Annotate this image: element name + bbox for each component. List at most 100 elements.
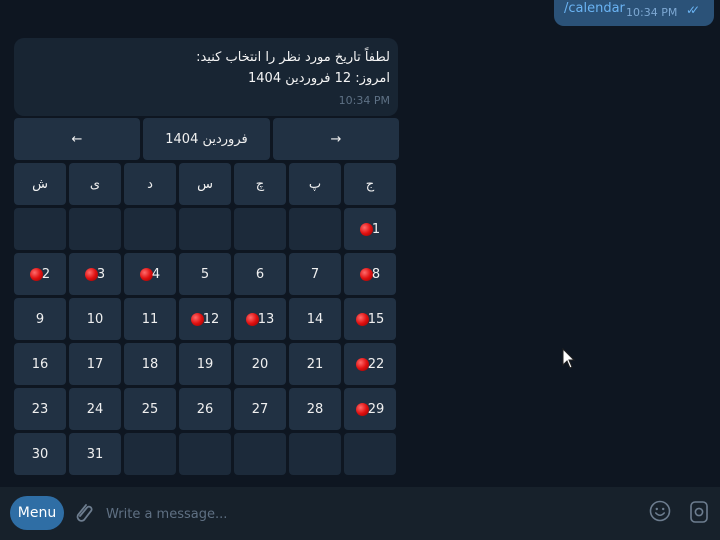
day-button[interactable]: 12 [179, 298, 231, 340]
day-label: 3 [96, 266, 106, 282]
empty-day-button[interactable] [179, 433, 231, 475]
outgoing-message-time: 10:34 PM [626, 6, 678, 19]
day-label: 12 [202, 311, 220, 327]
weekday-header-button[interactable]: پ [289, 163, 341, 205]
day-label: 5 [200, 266, 210, 282]
sticker-icon[interactable] [688, 500, 710, 524]
message-composer: Menu [0, 487, 720, 540]
day-label: 26 [196, 401, 214, 417]
left-arrow-icon: ← [71, 131, 83, 147]
day-button[interactable]: 17 [69, 343, 121, 385]
day-button[interactable]: 20 [234, 343, 286, 385]
day-button[interactable]: 18 [124, 343, 176, 385]
month-title-label: فروردین 1404 [165, 131, 248, 147]
day-button[interactable]: 25 [124, 388, 176, 430]
next-month-button[interactable]: → [273, 118, 399, 160]
day-button[interactable]: 1 [344, 208, 396, 250]
day-button[interactable]: 23 [14, 388, 66, 430]
day-button[interactable]: 2 [14, 253, 66, 295]
day-button[interactable]: 14 [289, 298, 341, 340]
day-label: 11 [141, 311, 159, 327]
day-label: 25 [141, 401, 159, 417]
weekday-header-button[interactable]: ج [344, 163, 396, 205]
day-button[interactable]: 26 [179, 388, 231, 430]
weekday-label: ی [89, 176, 101, 192]
outgoing-message-text: /calendar [564, 1, 625, 16]
day-label: 22 [367, 356, 385, 372]
day-button[interactable]: 21 [289, 343, 341, 385]
day-button[interactable]: 15 [344, 298, 396, 340]
weekday-label: ج [365, 176, 375, 192]
day-label: 2 [41, 266, 51, 282]
day-label: 13 [257, 311, 275, 327]
empty-day-button[interactable] [234, 208, 286, 250]
empty-day-button[interactable] [69, 208, 121, 250]
empty-day-button[interactable] [234, 433, 286, 475]
paperclip-icon[interactable] [72, 499, 94, 527]
right-arrow-icon: → [330, 131, 342, 147]
double-check-icon: ✓✓ [686, 3, 700, 17]
prev-month-button[interactable]: ← [14, 118, 140, 160]
day-button[interactable]: 4 [124, 253, 176, 295]
day-label: 9 [35, 311, 45, 327]
day-label: 4 [151, 266, 161, 282]
day-button[interactable]: 10 [69, 298, 121, 340]
day-button[interactable]: 3 [69, 253, 121, 295]
day-button[interactable]: 28 [289, 388, 341, 430]
day-label: 10 [86, 311, 104, 327]
empty-day-button[interactable] [124, 433, 176, 475]
day-label: 14 [306, 311, 324, 327]
weekday-label: س [197, 176, 213, 192]
incoming-message-time: 10:34 PM [338, 94, 390, 107]
day-button[interactable]: 8 [344, 253, 396, 295]
day-button[interactable]: 13 [234, 298, 286, 340]
day-label: 8 [371, 266, 381, 282]
month-title-button[interactable]: فروردین 1404 [143, 118, 270, 160]
empty-day-button[interactable] [289, 433, 341, 475]
day-label: 30 [31, 446, 49, 462]
day-button[interactable]: 6 [234, 253, 286, 295]
day-button[interactable]: 27 [234, 388, 286, 430]
incoming-message: لطفاً تاریخ مورد نظر را انتخاب کنید: امر… [14, 38, 398, 116]
weekday-label: پ [308, 176, 322, 192]
day-button[interactable]: 16 [14, 343, 66, 385]
message-input[interactable] [104, 501, 628, 527]
incoming-message-line1: لطفاً تاریخ مورد نظر را انتخاب کنید: [196, 50, 390, 65]
day-button[interactable]: 5 [179, 253, 231, 295]
day-label: 17 [86, 356, 104, 372]
menu-button[interactable]: Menu [10, 496, 64, 530]
day-label: 29 [367, 401, 385, 417]
incoming-message-line2: امروز: 12 فروردین 1404 [248, 71, 390, 86]
smiley-icon[interactable] [649, 500, 671, 522]
empty-day-button[interactable] [344, 433, 396, 475]
day-button[interactable]: 11 [124, 298, 176, 340]
empty-day-button[interactable] [179, 208, 231, 250]
mouse-cursor-icon [562, 348, 576, 369]
day-label: 6 [255, 266, 265, 282]
day-label: 20 [251, 356, 269, 372]
weekday-header-button[interactable]: ی [69, 163, 121, 205]
empty-day-button[interactable] [14, 208, 66, 250]
day-label: 19 [196, 356, 214, 372]
outgoing-message: /calendar 10:34 PM ✓✓ [554, 0, 714, 26]
day-button[interactable]: 30 [14, 433, 66, 475]
weekday-header-button[interactable]: ش [14, 163, 66, 205]
day-label: 15 [367, 311, 385, 327]
day-label: 23 [31, 401, 49, 417]
day-button[interactable]: 9 [14, 298, 66, 340]
weekday-header-button[interactable]: د [124, 163, 176, 205]
day-label: 16 [31, 356, 49, 372]
day-label: 7 [310, 266, 320, 282]
weekday-header-button[interactable]: س [179, 163, 231, 205]
empty-day-button[interactable] [289, 208, 341, 250]
empty-day-button[interactable] [124, 208, 176, 250]
weekday-label: ش [32, 176, 48, 192]
day-label: 21 [306, 356, 324, 372]
day-button[interactable]: 7 [289, 253, 341, 295]
day-button[interactable]: 19 [179, 343, 231, 385]
day-button[interactable]: 29 [344, 388, 396, 430]
weekday-header-button[interactable]: چ [234, 163, 286, 205]
day-button[interactable]: 24 [69, 388, 121, 430]
day-button[interactable]: 22 [344, 343, 396, 385]
day-button[interactable]: 31 [69, 433, 121, 475]
